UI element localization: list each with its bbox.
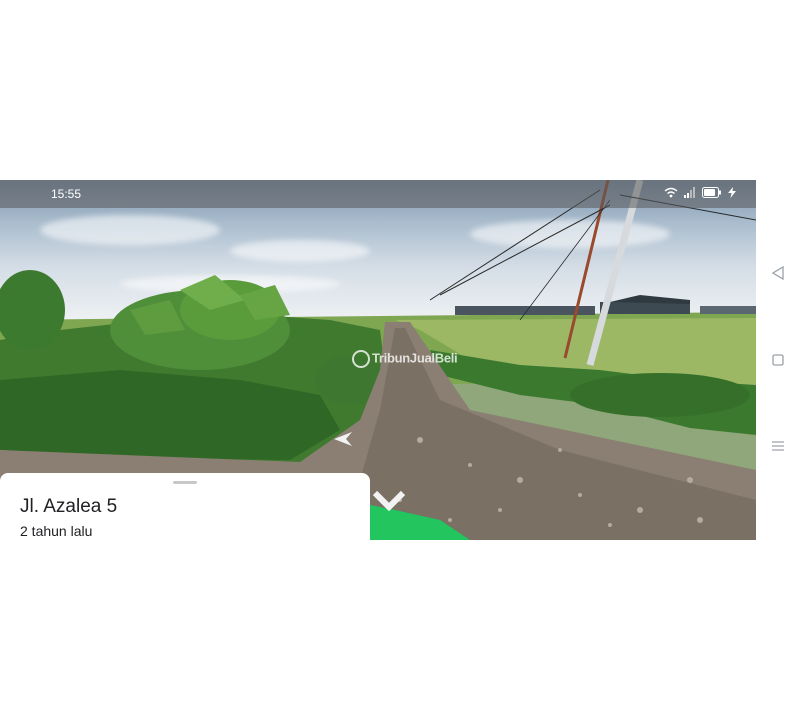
charging-icon <box>728 187 736 198</box>
triangle-back-icon <box>771 266 784 280</box>
signal-icon <box>684 187 695 198</box>
nav-home-button[interactable] <box>768 353 788 367</box>
status-time: 15:55 <box>51 187 82 201</box>
nav-back-button[interactable] <box>768 266 788 280</box>
capture-date: 2 tahun lalu <box>20 523 93 539</box>
place-name: Jl. Azalea 5 <box>20 496 118 517</box>
move-left-arrow-icon[interactable] <box>332 430 354 448</box>
nav-menu-button[interactable] <box>768 439 788 453</box>
drag-handle[interactable] <box>173 481 197 484</box>
battery-icon <box>702 187 721 198</box>
menu-lines-icon <box>772 441 784 451</box>
wifi-icon <box>664 187 678 198</box>
watermark-logo-icon <box>352 350 370 368</box>
watermark: TribunJualBeli <box>352 350 458 368</box>
status-bar: 15:55 <box>0 180 756 208</box>
place-info-card[interactable]: Jl. Azalea 5 2 tahun lalu <box>0 473 370 540</box>
move-forward-arrow-icon[interactable] <box>372 488 406 514</box>
watermark-text: TribunJualBeli <box>372 350 458 366</box>
square-home-icon <box>772 354 784 366</box>
